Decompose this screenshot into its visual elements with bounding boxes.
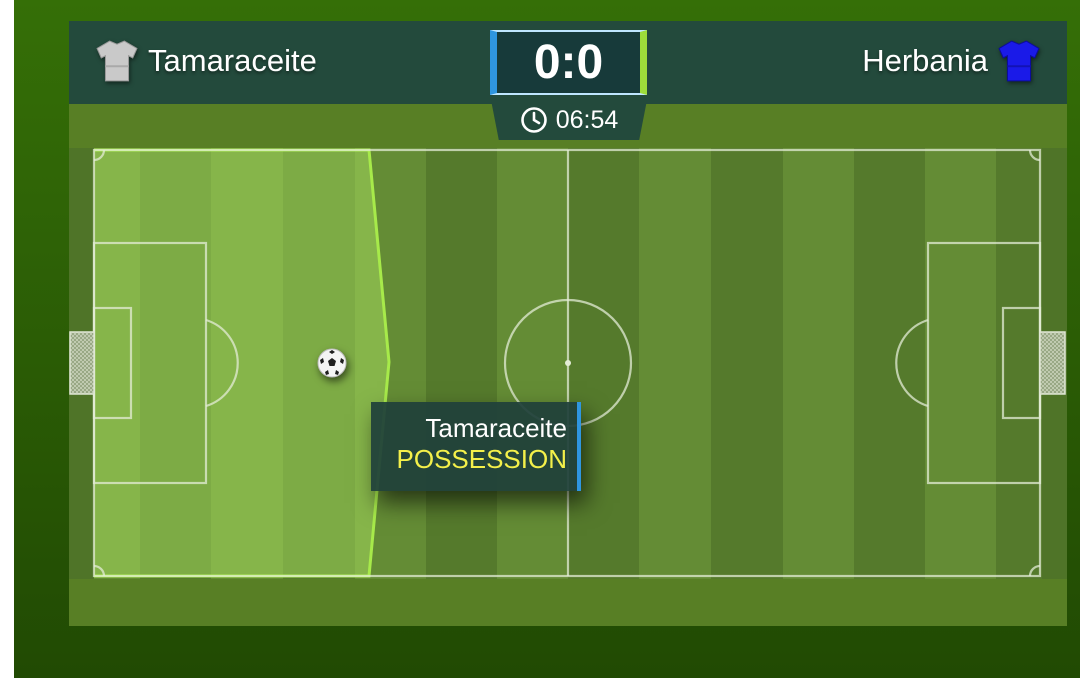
home-team-name: Tamaraceite (148, 43, 317, 78)
away-shirt-icon (998, 40, 1040, 82)
event-label: POSSESSION (396, 444, 568, 474)
widget-background: Tamaraceite 0:0 Herbania 06:54 Tamaracei… (14, 0, 1080, 678)
home-team: Tamaraceite (96, 39, 317, 83)
away-team: Herbania (862, 39, 1040, 83)
pitch: Tamaraceite POSSESSION (69, 148, 1067, 579)
away-goal (1039, 331, 1066, 395)
scoreboard-header: Tamaraceite 0:0 Herbania (69, 21, 1067, 104)
event-callout: Tamaraceite POSSESSION (371, 402, 581, 491)
clock-time: 06:54 (555, 105, 619, 134)
score-display: 0:0 (490, 30, 647, 95)
match-tracker-panel: Tamaraceite 0:0 Herbania 06:54 Tamaracei… (69, 21, 1067, 626)
home-shirt-icon (96, 40, 138, 82)
away-team-name: Herbania (862, 43, 988, 78)
match-clock: 06:54 (491, 100, 647, 140)
pitch-graphic (69, 148, 1067, 579)
clock-icon (520, 107, 547, 133)
event-team-name: Tamaraceite (425, 413, 567, 443)
soccer-ball-icon (317, 348, 347, 378)
home-goal (69, 331, 95, 395)
